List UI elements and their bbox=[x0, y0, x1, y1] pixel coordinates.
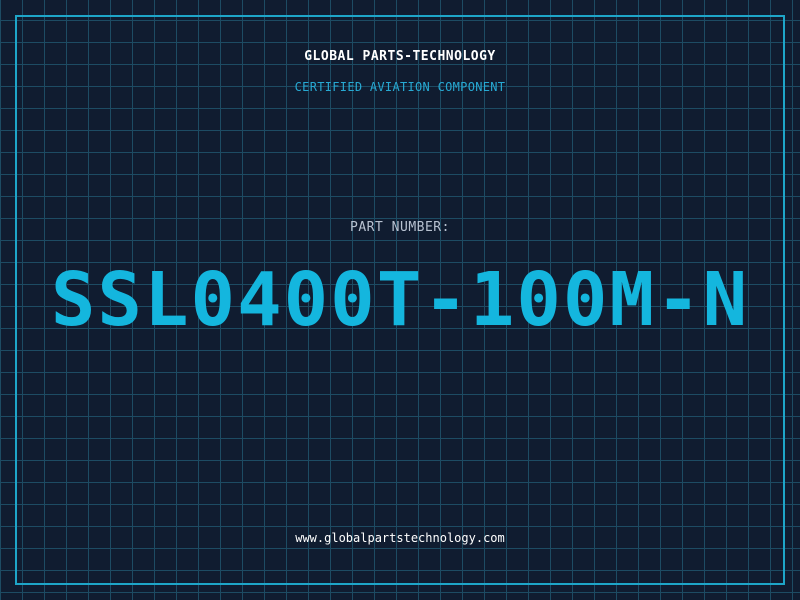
part-card: GLOBAL PARTS-TECHNOLOGY CERTIFIED AVIATI… bbox=[0, 0, 800, 600]
tagline: CERTIFIED AVIATION COMPONENT bbox=[294, 80, 506, 94]
part-number-value: SSL0400T-100M-N bbox=[50, 257, 750, 343]
part-number-label: PART NUMBER: bbox=[350, 220, 450, 235]
website-link[interactable]: www.globalpartstechnology.com bbox=[0, 531, 800, 545]
company-name: GLOBAL PARTS-TECHNOLOGY bbox=[304, 49, 496, 64]
